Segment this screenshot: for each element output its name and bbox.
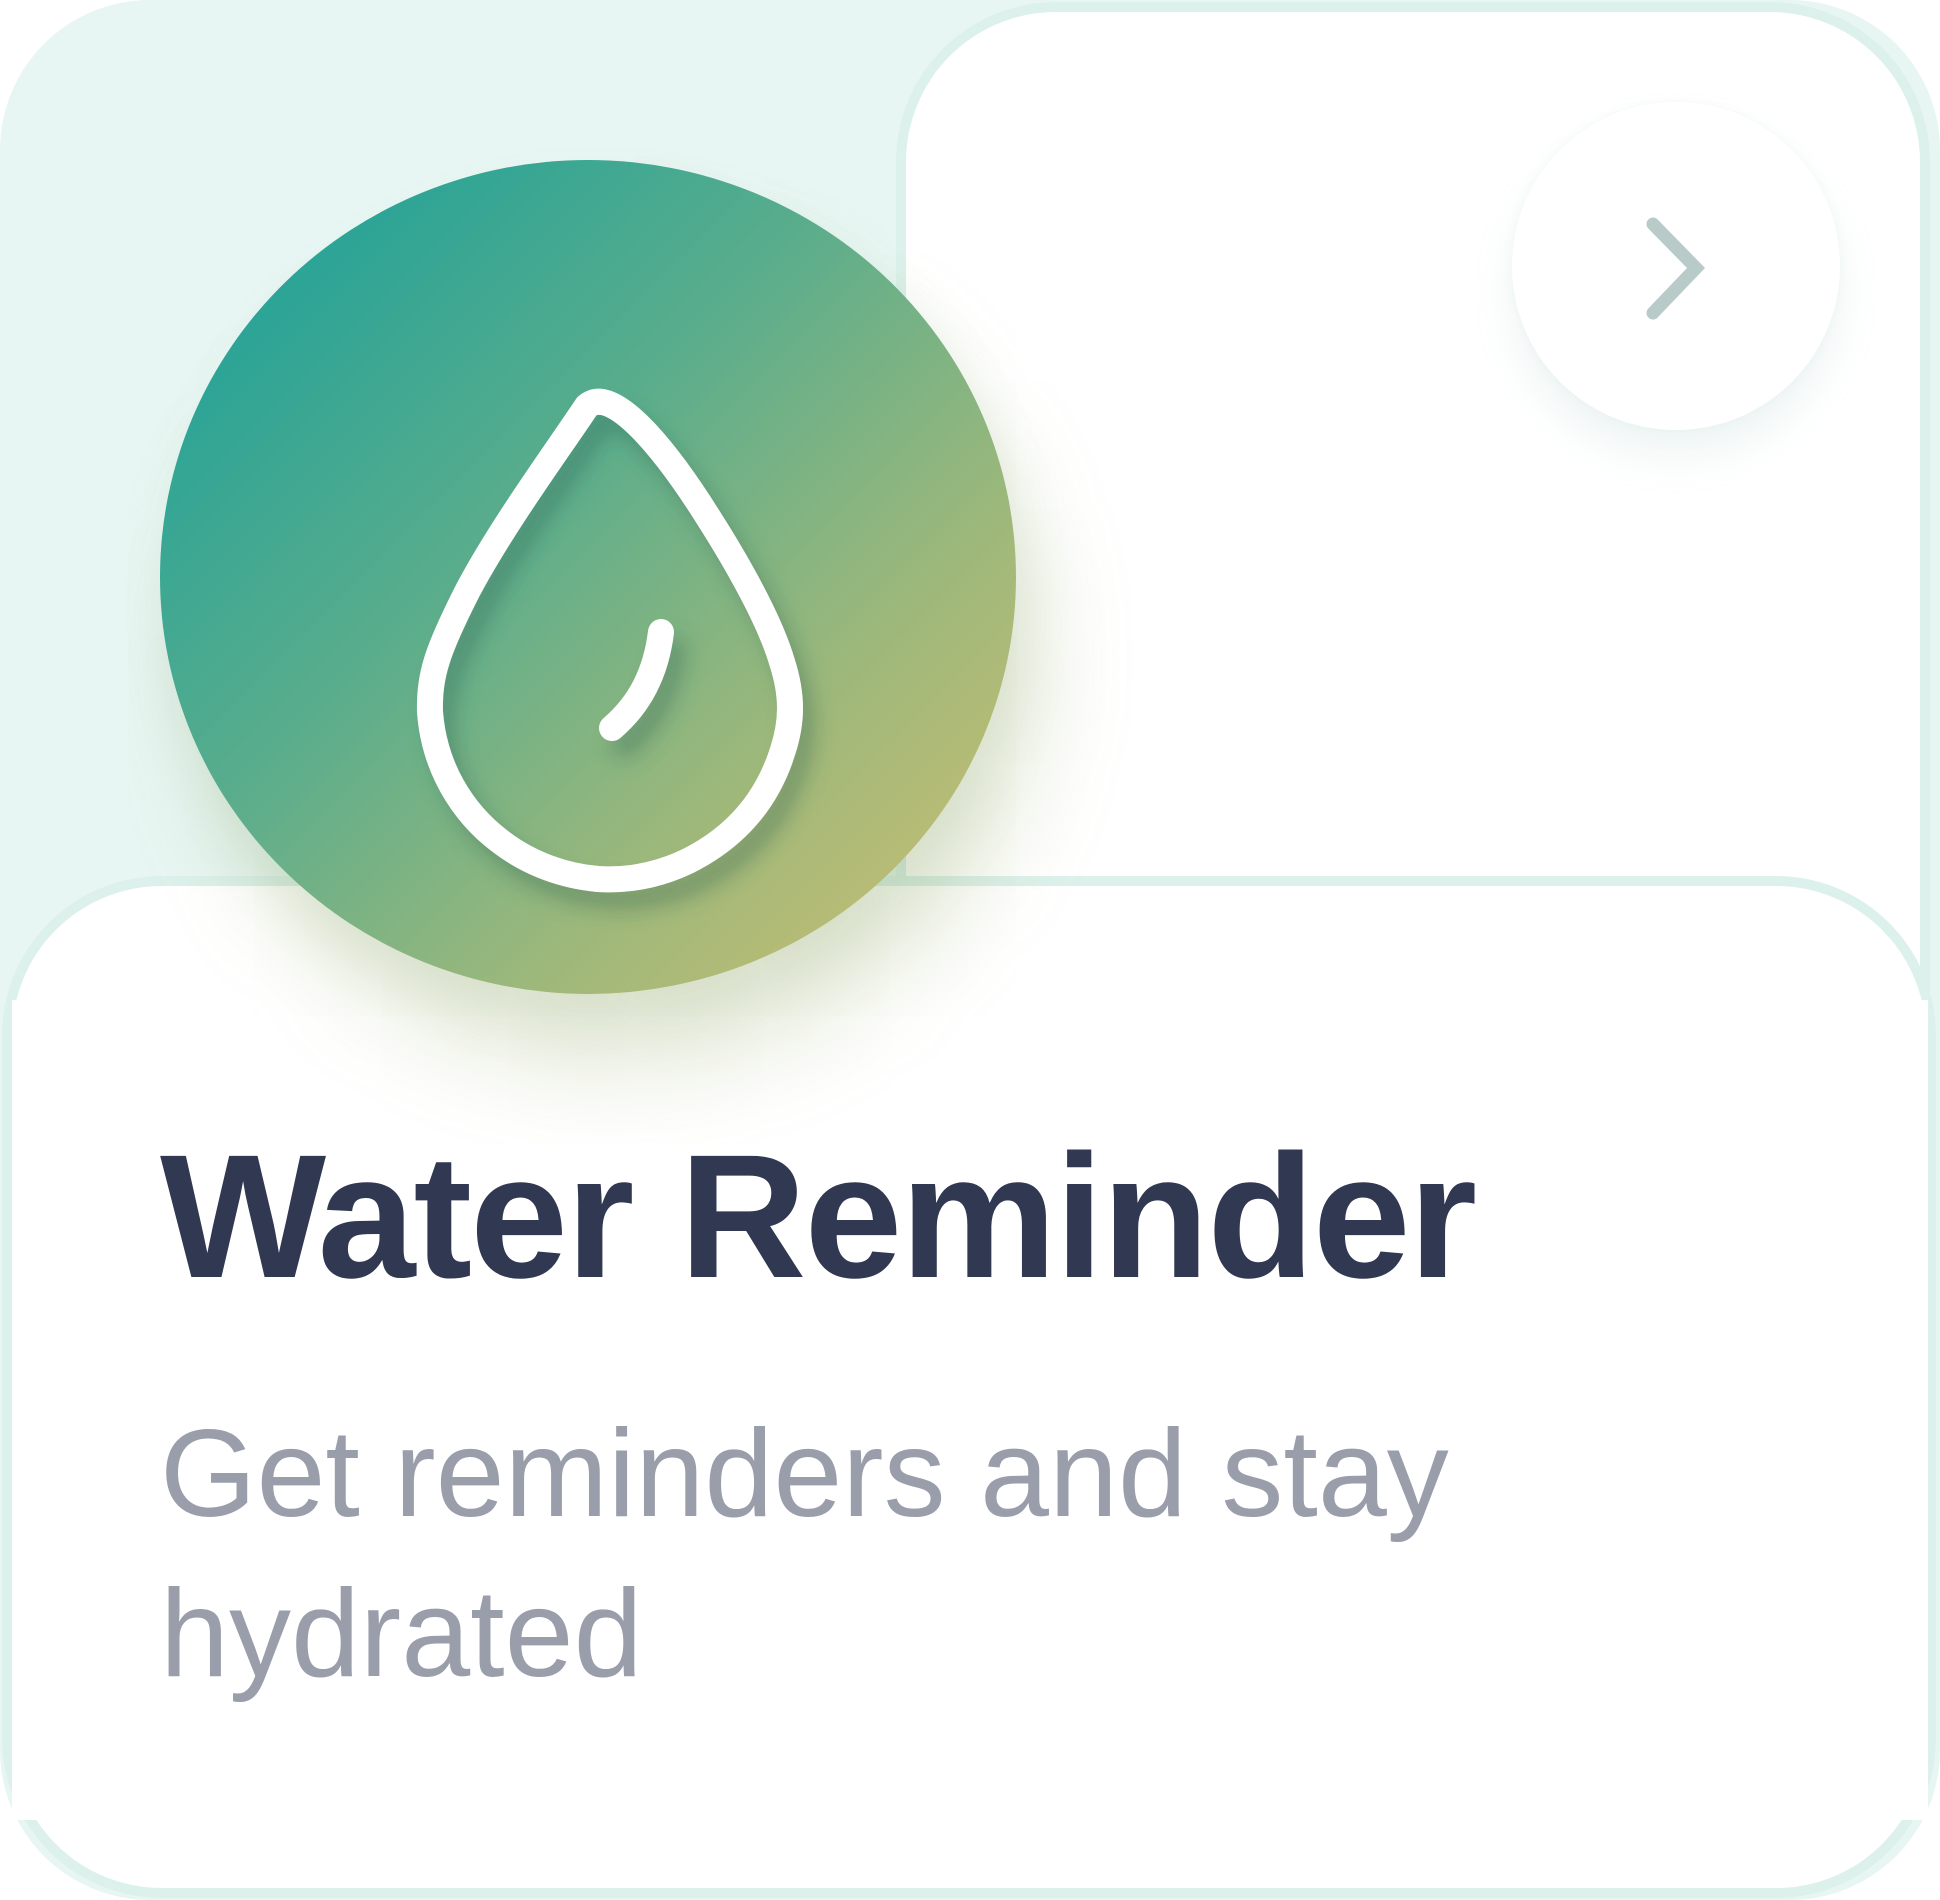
water-reminder-tile[interactable]: Water Reminder Get reminders and stay hy… <box>0 0 1940 1900</box>
water-drop-icon <box>416 388 803 893</box>
card-description: Get reminders and stay hydrated <box>160 1405 1449 1703</box>
chevron-right-icon <box>1646 217 1706 320</box>
water-icon-badge <box>160 160 1016 994</box>
card-title: Water Reminder <box>160 1119 1477 1315</box>
open-reminder-button[interactable] <box>1512 102 1840 430</box>
